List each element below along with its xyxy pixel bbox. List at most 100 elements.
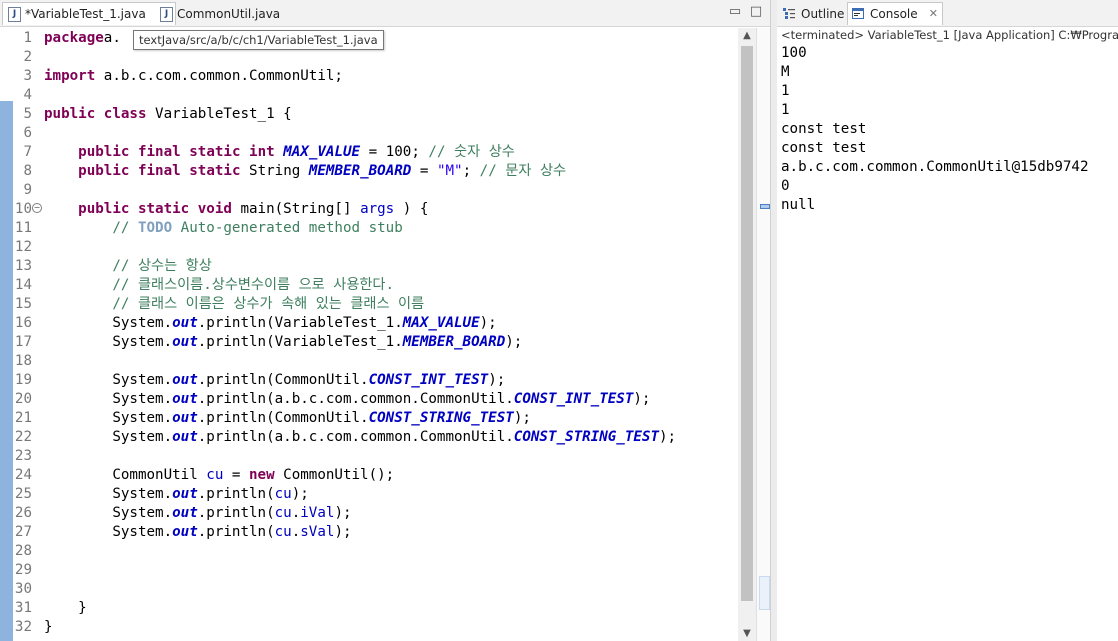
code-line[interactable]: 3 import a.b.c.com.common.CommonUtil;: [0, 67, 738, 86]
code-line[interactable]: 28: [0, 542, 738, 561]
code-line[interactable]: 7 public final static int MAX_VALUE = 10…: [0, 143, 738, 162]
line-number: 12: [14, 239, 32, 255]
code-line[interactable]: 32}: [0, 618, 738, 637]
code-text: public final static String MEMBER_BOARD …: [78, 163, 567, 179]
code-line[interactable]: 6: [0, 124, 738, 143]
code-text: System.out.println(VariableTest_1.MAX_VA…: [44, 315, 497, 331]
code-text: CommonUtil cu = new CommonUtil();: [44, 467, 395, 483]
code-line[interactable]: 16 System.out.println(VariableTest_1.MAX…: [0, 314, 738, 333]
line-number: 26: [14, 505, 32, 521]
console-output-line: const test: [781, 121, 867, 137]
code-text: public static void main(String[] args ) …: [78, 201, 429, 217]
code-line[interactable]: 21 System.out.println(CommonUtil.CONST_S…: [0, 409, 738, 428]
code-line[interactable]: 10 public static void main(String[] args…: [0, 200, 738, 219]
code-line[interactable]: 2: [0, 48, 738, 67]
line-number: 15: [14, 296, 32, 312]
console-output-line: const test: [781, 140, 867, 156]
code-text: // 클래스이름.상수변수이름 으로 사용한다.: [112, 277, 395, 293]
line-number: 29: [14, 562, 32, 578]
code-line[interactable]: 17 System.out.println(VariableTest_1.MEM…: [0, 333, 738, 352]
console-panel: Outline Console ✕ <terminated> VariableT…: [777, 0, 1118, 641]
code-line[interactable]: 29: [0, 561, 738, 580]
code-line[interactable]: 15 // 클래스 이름은 상수가 속해 있는 클래스 이름: [0, 295, 738, 314]
code-line[interactable]: 20 System.out.println(a.b.c.com.common.C…: [0, 390, 738, 409]
line-number: 31: [14, 600, 32, 616]
code-line[interactable]: 24 CommonUtil cu = new CommonUtil();: [0, 466, 738, 485]
code-line[interactable]: 27 System.out.println(cu.sVal);: [0, 523, 738, 542]
code-line[interactable]: 23: [0, 447, 738, 466]
scroll-up-icon[interactable]: ▲: [738, 30, 756, 41]
code-line[interactable]: 13 // 상수는 항상: [0, 257, 738, 276]
line-number: 25: [14, 486, 32, 502]
code-line[interactable]: 12: [0, 238, 738, 257]
tab-label: Outline: [801, 7, 845, 21]
line-number: 11: [14, 220, 32, 236]
code-line[interactable]: 18: [0, 352, 738, 371]
code-line[interactable]: 8 public final static String MEMBER_BOAR…: [0, 162, 738, 181]
code-text: // TODO Auto-generated method stub: [112, 220, 403, 236]
line-number: 1: [23, 30, 32, 46]
code-line[interactable]: 9: [0, 181, 738, 200]
console-icon: [852, 8, 864, 19]
line-number: 22: [14, 429, 32, 445]
code-text: System.out.println(cu);: [44, 486, 309, 502]
code-line[interactable]: 19 System.out.println(CommonUtil.CONST_I…: [0, 371, 738, 390]
code-text: System.out.println(CommonUtil.CONST_INT_…: [44, 372, 506, 388]
overview-ruler: [756, 28, 771, 641]
code-line[interactable]: 22 System.out.println(a.b.c.com.common.C…: [0, 428, 738, 447]
code-text: System.out.println(CommonUtil.CONST_STRI…: [44, 410, 531, 426]
line-number: 20: [14, 391, 32, 407]
maximize-icon[interactable]: □: [748, 4, 764, 20]
line-number: 5: [23, 106, 32, 122]
code-line[interactable]: 5 public class VariableTest_1 {: [0, 105, 738, 124]
line-number: 4: [23, 87, 32, 103]
console-output-line: 1: [781, 102, 790, 118]
editor-vertical-scrollbar[interactable]: ▲ ▼: [738, 28, 756, 641]
code-text: public final static int MAX_VALUE = 100;…: [78, 144, 515, 160]
line-number: 13: [14, 258, 32, 274]
code-text: System.out.println(a.b.c.com.common.Comm…: [44, 429, 677, 445]
scroll-down-icon[interactable]: ▼: [738, 628, 756, 639]
scrollbar-thumb[interactable]: [741, 46, 753, 601]
editor-tab-bar: J *VariableTest_1.java ✕ J CommonUtil.ja…: [0, 0, 770, 27]
code-area[interactable]: 1 packagea. 2 3 import a.b.c.com.common.Comm…: [0, 29, 738, 641]
code-line[interactable]: 14 // 클래스이름.상수변수이름 으로 사용한다.: [0, 276, 738, 295]
code-text: packagea.: [44, 30, 121, 46]
overview-marker[interactable]: [760, 204, 770, 209]
minimize-icon[interactable]: ▭: [727, 4, 743, 20]
line-number: 19: [14, 372, 32, 388]
console-output-line: M: [781, 64, 790, 80]
code-text: }: [44, 619, 53, 635]
console-output-line: 100: [781, 45, 807, 61]
line-number: 24: [14, 467, 32, 483]
file-path-tooltip: textJava/src/a/b/c/ch1/VariableTest_1.ja…: [133, 30, 384, 50]
line-number: 8: [23, 163, 32, 179]
code-text: }: [44, 600, 87, 616]
line-number: 17: [14, 334, 32, 350]
code-line[interactable]: 30: [0, 580, 738, 599]
line-number: 3: [23, 68, 32, 84]
code-line[interactable]: 25 System.out.println(cu);: [0, 485, 738, 504]
code-editor: J *VariableTest_1.java ✕ J CommonUtil.ja…: [0, 0, 771, 641]
tab-commonutil-java[interactable]: J CommonUtil.java: [155, 3, 293, 25]
line-number: 28: [14, 543, 32, 559]
console-output-line: 0: [781, 178, 790, 194]
code-line[interactable]: 4: [0, 86, 738, 105]
java-file-icon: J: [160, 7, 173, 22]
console-output[interactable]: 100 M 1 1 const test const test a.b.c.com.comm…: [781, 44, 1089, 215]
code-text: public class VariableTest_1 {: [44, 106, 292, 122]
close-tab-icon[interactable]: ✕: [929, 3, 938, 25]
code-line[interactable]: 26 System.out.println(cu.iVal);: [0, 504, 738, 523]
code-line[interactable]: 11 // TODO Auto-generated method stub: [0, 219, 738, 238]
line-number: 14: [14, 277, 32, 293]
line-number: 30: [14, 581, 32, 597]
tab-variabletest-1-java[interactable]: J *VariableTest_1.java ✕: [2, 2, 176, 25]
tab-console[interactable]: Console ✕: [847, 2, 943, 25]
line-number: 7: [23, 144, 32, 160]
line-number: 23: [14, 448, 32, 464]
line-number: 9: [23, 182, 32, 198]
fold-toggle-icon[interactable]: −: [32, 203, 42, 213]
line-number: 32: [14, 619, 32, 635]
code-line[interactable]: 31 }: [0, 599, 738, 618]
tab-outline[interactable]: Outline: [779, 3, 849, 25]
